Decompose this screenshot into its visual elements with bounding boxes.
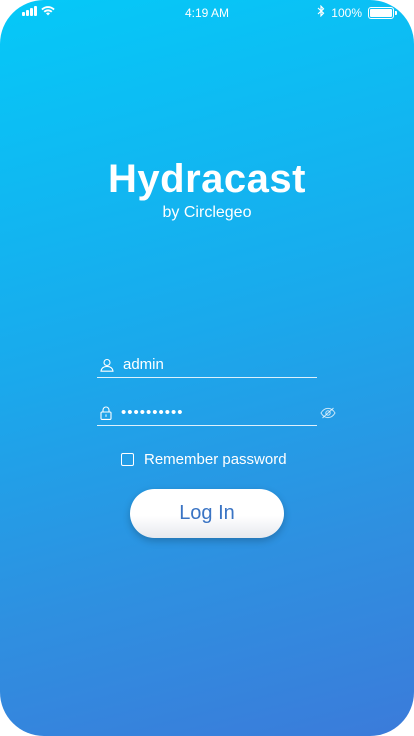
battery-level xyxy=(370,8,392,17)
login-button[interactable]: Log In xyxy=(130,489,284,538)
lock-icon xyxy=(97,406,112,420)
eye-slash-icon[interactable] xyxy=(320,407,340,419)
remember-checkbox[interactable] xyxy=(121,453,134,466)
username-input[interactable] xyxy=(114,356,322,373)
remember-password[interactable]: Remember password xyxy=(121,451,287,468)
password-input[interactable] xyxy=(112,404,320,421)
app-title: Hydracast xyxy=(108,157,306,201)
app-subtitle: by Circlegeo xyxy=(162,204,252,221)
status-bar: 4:19 AM 100% xyxy=(0,0,414,26)
battery-percent: 100% xyxy=(331,5,362,20)
password-field xyxy=(97,400,336,426)
battery-icon xyxy=(368,6,397,19)
login-screen: 4:19 AM 100% Hydracast by Circlegeo admi… xyxy=(0,0,414,736)
remember-label: Remember password xyxy=(144,451,287,468)
bluetooth-icon xyxy=(317,4,325,20)
user-icon xyxy=(97,358,114,372)
status-right: 100% xyxy=(317,4,397,20)
username-field xyxy=(97,352,322,378)
